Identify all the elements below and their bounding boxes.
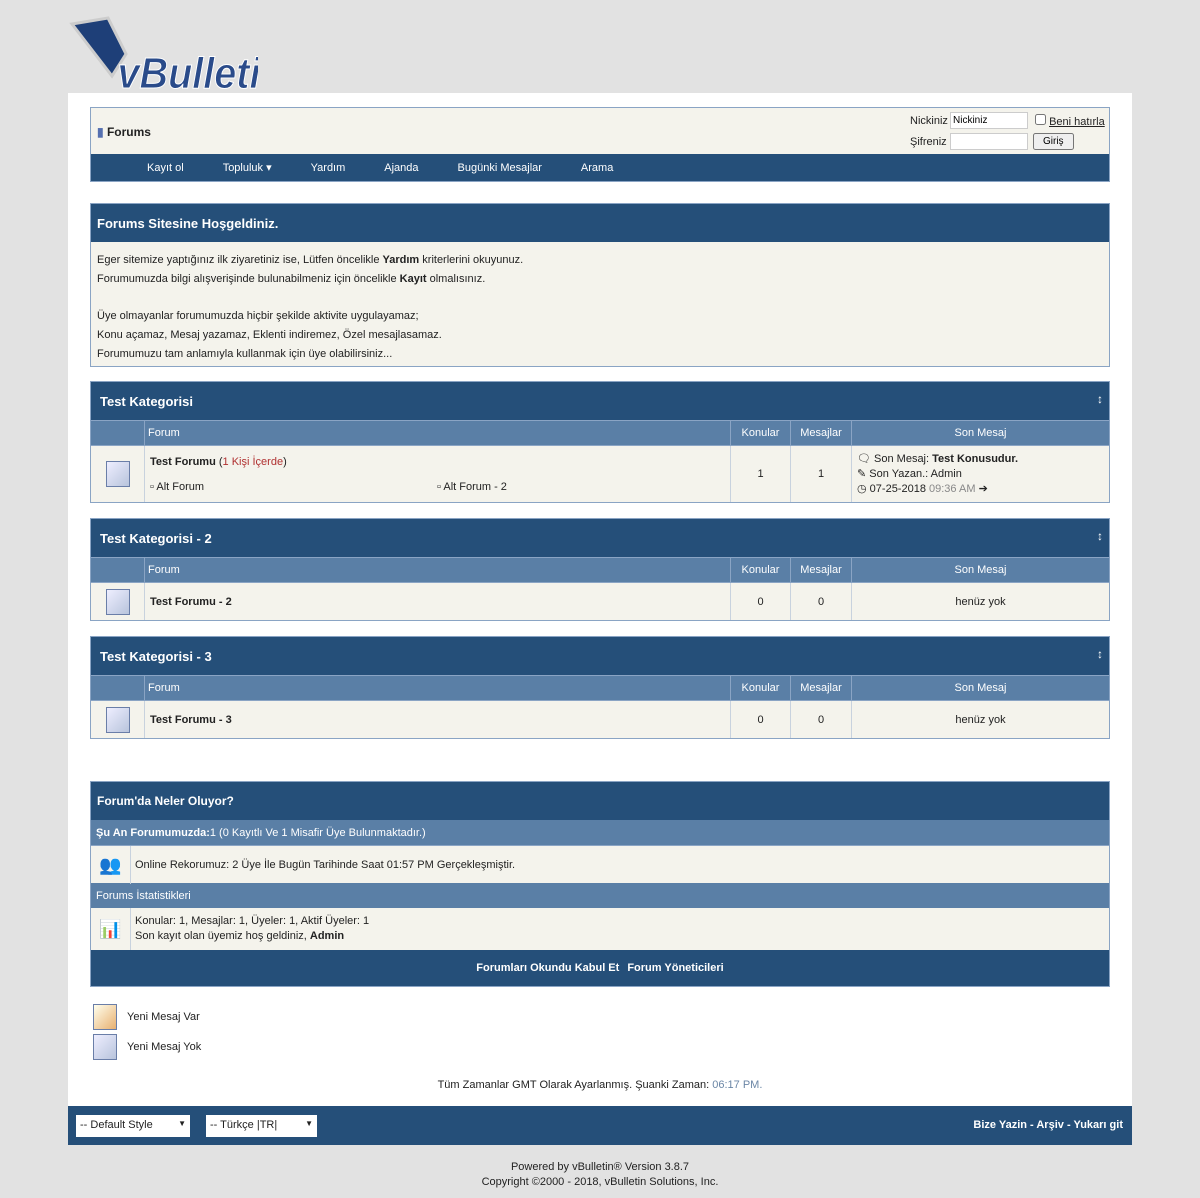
clock-icon: ◷: [857, 483, 867, 495]
subforum-1[interactable]: ▫ Alt Forum: [150, 481, 204, 493]
users-icon: 👥: [91, 845, 131, 884]
stats-text: Konular: 1, Mesajlar: 1, Üyeler: 1, Akti…: [135, 915, 370, 927]
forum-moderators-link[interactable]: Forum Yöneticileri: [627, 962, 723, 974]
nav-todays-posts[interactable]: Bugünki Mesajlar: [458, 162, 542, 174]
forum-link[interactable]: Test Forumu - 2: [150, 596, 232, 608]
online-record: Online Rekorumuz: 2 Üye İle Bugün Tarihi…: [135, 858, 516, 871]
viewers: 1 Kişi İçerde: [222, 456, 284, 468]
language-select[interactable]: -- Türkçe |TR| ▼: [206, 1115, 317, 1137]
last-post-link[interactable]: Test Konusudur.: [932, 453, 1018, 465]
copyright: Powered by vBulletin® Version 3.8.7 Copyr…: [481, 1161, 719, 1188]
collapse-icon[interactable]: ↕: [1097, 647, 1103, 661]
remember-checkbox[interactable]: Beni hatırla: [1035, 114, 1105, 128]
forum-status-icon: [105, 588, 130, 615]
caret-down-icon: ▾: [266, 162, 272, 174]
vbulletin-logo[interactable]: vBulletin: [68, 14, 285, 98]
forum-status-icon: [105, 706, 130, 733]
site-title: Forums: [106, 125, 151, 139]
category-1: Test Kategorisi ↕ Forum Konular Mesajlar Son…: [90, 381, 1110, 503]
collapse-icon[interactable]: ↕: [1097, 392, 1103, 406]
forum-row: Test Forumu - 3 0 0 henüz yok: [91, 700, 1109, 738]
last-post: henüz yok: [852, 701, 1109, 738]
chat-icon: 🗨: [857, 453, 871, 465]
subforum-2[interactable]: ▫ Alt Forum - 2: [437, 481, 507, 493]
newest-member-link[interactable]: Admin: [310, 930, 344, 942]
category-title[interactable]: Test Kategorisi: [100, 394, 193, 409]
forum-link[interactable]: Test Forumu: [150, 456, 216, 468]
nick-input[interactable]: [950, 112, 1028, 129]
no-new-posts-icon: [93, 1034, 117, 1060]
topic-count: 0: [731, 701, 791, 738]
nick-label: Nickiniz: [910, 115, 948, 127]
whats-going-on: Forum'da Neler Oluyor? Şu An Forumumuzda…: [90, 781, 1110, 987]
go-to-post-icon[interactable]: ➔: [979, 483, 988, 495]
folder-icon: ▮: [97, 125, 107, 139]
time-info: Tüm Zamanlar GMT Olarak Ayarlanmış. Şuan…: [437, 1079, 763, 1091]
welcome-text: Eger sitemize yaptığınız ilk ziyaretiniz…: [91, 242, 1109, 366]
remember-label: Beni hatırla: [1049, 116, 1105, 128]
category-3: Test Kategorisi - 3 ↕ Forum Konular Mesajla…: [90, 636, 1110, 739]
stats-header: Forums İstatistikleri: [91, 883, 1109, 908]
nav-calendar[interactable]: Ajanda: [384, 162, 418, 174]
collapse-icon[interactable]: ↕: [1097, 529, 1103, 543]
last-post: 🗨 Son Mesaj: Test Konusudur. ✎ Son Yazan…: [852, 446, 1109, 502]
svg-text:vBulletin: vBulletin: [118, 48, 259, 94]
forums-home[interactable]: ▮ Forums: [97, 125, 151, 139]
stats-chart-icon: 📊: [91, 908, 131, 950]
category-title[interactable]: Test Kategorisi - 2: [100, 531, 212, 546]
post-count: 0: [791, 701, 852, 738]
forum-link[interactable]: Test Forumu - 3: [150, 714, 232, 726]
dropdown-arrow-icon: ▼: [178, 1119, 186, 1128]
topic-count: 1: [731, 446, 791, 502]
last-post: henüz yok: [852, 583, 1109, 620]
nav-search[interactable]: Arama: [581, 162, 613, 174]
online-header: Şu An Forumumuzda: 1 (0 Kayıtlı Ve 1 Mis…: [91, 820, 1109, 845]
archive-link[interactable]: Arşiv: [1036, 1119, 1064, 1131]
whats-title: Forum'da Neler Oluyor?: [91, 782, 1109, 820]
contact-link[interactable]: Bize Yazin: [973, 1119, 1027, 1131]
forum-row: Test Forumu - 2 0 0 henüz yok: [91, 582, 1109, 620]
post-count: 1: [791, 446, 852, 502]
pencil-icon: ✎: [857, 468, 867, 480]
login-button[interactable]: Giriş: [1033, 133, 1074, 150]
welcome-title: Forums Sitesine Hoşgeldiniz.: [91, 204, 1109, 242]
category-2: Test Kategorisi - 2 ↕ Forum Konular Mesajla…: [90, 518, 1110, 621]
nav-register[interactable]: Kayıt ol: [147, 162, 184, 174]
dropdown-arrow-icon: ▼: [305, 1119, 313, 1128]
nav-help[interactable]: Yardım: [311, 162, 346, 174]
navbar: Kayıt ol Topluluk ▾ Yardım Ajanda Bugünk…: [91, 154, 1109, 181]
post-count: 0: [791, 583, 852, 620]
legend-none: Yeni Mesaj Yok: [93, 1034, 201, 1060]
category-title[interactable]: Test Kategorisi - 3: [100, 649, 212, 664]
forum-status-icon: [105, 461, 130, 487]
nav-community[interactable]: Topluluk ▾: [223, 161, 272, 174]
back-to-top-link[interactable]: Yukarı git: [1073, 1119, 1123, 1131]
header-box: ▮ Forums Nickiniz Beni hatırla Şifreniz …: [90, 107, 1110, 182]
topic-count: 0: [731, 583, 791, 620]
new-posts-icon: [93, 1004, 117, 1030]
password-input[interactable]: [950, 133, 1028, 150]
page-container: ▮ Forums Nickiniz Beni hatırla Şifreniz …: [68, 93, 1132, 1145]
nav-community-label: Topluluk: [222, 162, 264, 174]
welcome-box: Forums Sitesine Hoşgeldiniz. Eger sitemi…: [90, 203, 1110, 367]
footer-bar: -- Default Style ▼ -- Türkçe |TR| ▼ Bize Y…: [68, 1106, 1132, 1145]
pass-label: Şifreniz: [910, 136, 947, 148]
mark-forums-read-link[interactable]: Forumları Okundu Kabul Et: [476, 962, 619, 974]
legend-new: Yeni Mesaj Var: [93, 1004, 200, 1030]
author-link[interactable]: Admin: [931, 468, 962, 480]
style-select[interactable]: -- Default Style ▼: [76, 1115, 190, 1137]
forum-row: Test Forumu (1 Kişi İçerde) ▫ Alt Forum …: [91, 445, 1109, 502]
